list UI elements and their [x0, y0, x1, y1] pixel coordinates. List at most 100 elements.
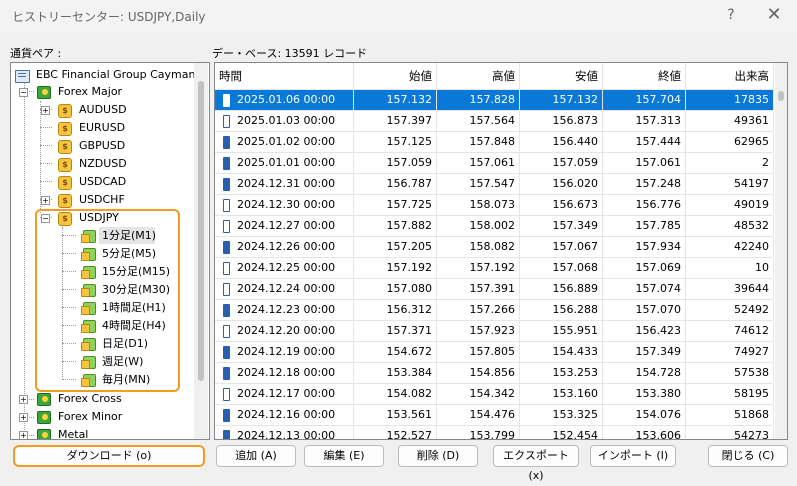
cell-time-text: 2024.12.19 00:00 [237, 345, 336, 358]
cell-open: 157.725 [354, 195, 437, 215]
candle-icon [223, 346, 230, 359]
close-window-button[interactable]: ✕ [757, 2, 791, 28]
collapse-icon[interactable]: − [19, 88, 28, 97]
candle-icon [223, 262, 230, 275]
cell-high: 157.923 [437, 321, 520, 341]
cell-volume: 57538 [686, 363, 774, 383]
history-table[interactable]: 時間 始値 高値 安値 終値 出来高 2025.01.06 00:00 157.1… [214, 62, 788, 440]
column-header-low[interactable]: 安値 [520, 63, 603, 89]
table-row[interactable]: 2024.12.20 00:00 157.371 157.923 155.951 156… [215, 321, 774, 342]
cell-time: 2024.12.25 00:00 [215, 258, 354, 278]
table-row[interactable]: 2025.01.01 00:00 157.059 157.061 157.059 157… [215, 153, 774, 174]
cell-time-text: 2024.12.26 00:00 [237, 240, 336, 253]
table-row[interactable]: 2024.12.27 00:00 157.882 158.002 157.349 157… [215, 216, 774, 237]
cell-low: 157.349 [520, 216, 603, 236]
cell-time-text: 2024.12.17 00:00 [237, 387, 336, 400]
cell-time-text: 2025.01.03 00:00 [237, 114, 336, 127]
table-row[interactable]: 2025.01.02 00:00 157.125 157.848 156.440 157… [215, 132, 774, 153]
cell-volume: 42240 [686, 237, 774, 257]
cell-open: 157.882 [354, 216, 437, 236]
help-button[interactable]: ? [714, 2, 748, 28]
cell-open: 157.205 [354, 237, 437, 257]
cell-high: 157.192 [437, 258, 520, 278]
table-row[interactable]: 2024.12.30 00:00 157.725 158.073 156.673 156… [215, 195, 774, 216]
table-row[interactable]: 2025.01.06 00:00 157.132 157.828 157.132 157… [215, 90, 774, 111]
column-header-volume[interactable]: 出来高 [686, 63, 774, 89]
cell-high: 157.848 [437, 132, 520, 152]
table-scrollbar[interactable] [775, 63, 787, 439]
cell-open: 157.059 [354, 153, 437, 173]
import-button[interactable]: インポート (I) [590, 445, 676, 467]
expand-icon[interactable]: + [19, 395, 28, 404]
cell-time-text: 2024.12.23 00:00 [237, 303, 336, 316]
usdjpy-highlight-box [35, 209, 180, 392]
expand-icon[interactable]: + [41, 106, 50, 115]
table-row[interactable]: 2024.12.13 00:00 152.527 153.799 152.454 153… [215, 426, 774, 439]
cell-low: 153.160 [520, 384, 603, 404]
cell-low: 153.253 [520, 363, 603, 383]
coin-icon: $ [58, 122, 72, 136]
table-row[interactable]: 2024.12.23 00:00 156.312 157.266 156.288 157… [215, 300, 774, 321]
cell-time-text: 2024.12.20 00:00 [237, 324, 336, 337]
table-row[interactable]: 2024.12.25 00:00 157.192 157.192 157.068 157… [215, 258, 774, 279]
close-button[interactable]: 閉じる (C) [708, 445, 788, 467]
cell-close: 156.423 [603, 321, 686, 341]
cell-close: 157.349 [603, 342, 686, 362]
tree-symbol-label: USDCAD [79, 175, 127, 188]
cell-close: 157.069 [603, 258, 686, 278]
cell-low: 154.433 [520, 342, 603, 362]
cell-high: 154.342 [437, 384, 520, 404]
cell-time: 2024.12.26 00:00 [215, 237, 354, 257]
edit-button[interactable]: 編集 (E) [304, 445, 384, 467]
tree-scrollbar[interactable] [194, 63, 208, 439]
cell-volume: 49019 [686, 195, 774, 215]
coin-icon: $ [58, 140, 72, 154]
cell-close: 156.776 [603, 195, 686, 215]
column-header-open[interactable]: 始値 [354, 63, 437, 89]
table-row[interactable]: 2024.12.18 00:00 153.384 154.856 153.253 154… [215, 363, 774, 384]
download-button[interactable]: ダウンロード (o) [13, 445, 205, 467]
export-button[interactable]: エクスポート (x) [493, 445, 579, 482]
cell-volume: 74927 [686, 342, 774, 362]
tree-scroll-thumb[interactable] [198, 81, 204, 381]
cell-volume: 54197 [686, 174, 774, 194]
cell-high: 158.073 [437, 195, 520, 215]
delete-button[interactable]: 削除 (D) [398, 445, 478, 467]
expand-icon[interactable]: + [41, 196, 50, 205]
cell-close: 154.076 [603, 405, 686, 425]
column-header-high[interactable]: 高値 [437, 63, 520, 89]
candle-icon [223, 325, 230, 338]
cell-time: 2025.01.02 00:00 [215, 132, 354, 152]
cell-open: 157.397 [354, 111, 437, 131]
table-row[interactable]: 2024.12.26 00:00 157.205 158.082 157.067 157… [215, 237, 774, 258]
column-header-close[interactable]: 終値 [603, 63, 686, 89]
candle-icon [223, 283, 230, 296]
database-label: デー・ベース: 13591 レコード [212, 47, 368, 60]
candle-icon [223, 220, 230, 233]
cell-time-text: 2024.12.18 00:00 [237, 366, 336, 379]
table-row[interactable]: 2024.12.16 00:00 153.561 154.476 153.325 154… [215, 405, 774, 426]
table-row[interactable]: 2024.12.17 00:00 154.082 154.342 153.160 153… [215, 384, 774, 405]
candle-icon [223, 115, 230, 128]
cell-time: 2024.12.23 00:00 [215, 300, 354, 320]
cell-low: 156.020 [520, 174, 603, 194]
table-scroll-thumb[interactable] [778, 91, 784, 101]
coin-icon: $ [58, 176, 72, 190]
cell-time-text: 2025.01.02 00:00 [237, 135, 336, 148]
cell-open: 153.561 [354, 405, 437, 425]
tree-group-label: Forex Cross [58, 392, 122, 405]
cell-high: 157.805 [437, 342, 520, 362]
cell-open: 157.371 [354, 321, 437, 341]
tree-symbol-label: GBPUSD [79, 139, 126, 152]
table-row[interactable]: 2025.01.03 00:00 157.397 157.564 156.873 157… [215, 111, 774, 132]
table-row[interactable]: 2024.12.19 00:00 154.672 157.805 154.433 157… [215, 342, 774, 363]
cell-time-text: 2024.12.31 00:00 [237, 177, 336, 190]
table-row[interactable]: 2024.12.24 00:00 157.080 157.391 156.889 157… [215, 279, 774, 300]
expand-icon[interactable]: + [19, 413, 28, 422]
cell-close: 157.444 [603, 132, 686, 152]
cell-time-text: 2025.01.01 00:00 [237, 156, 336, 169]
table-row[interactable]: 2024.12.31 00:00 156.787 157.547 156.020 157… [215, 174, 774, 195]
column-header-time[interactable]: 時間 [215, 63, 354, 89]
expand-icon[interactable]: + [19, 431, 28, 439]
add-button[interactable]: 追加 (A) [216, 445, 296, 467]
